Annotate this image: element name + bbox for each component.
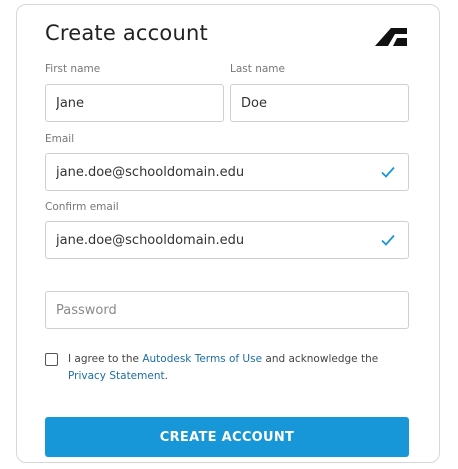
first-name-field[interactable]: [45, 84, 224, 122]
confirm-email-valid-checkmark-icon: [381, 234, 395, 246]
confirm-email-input[interactable]: [56, 232, 398, 248]
create-account-button[interactable]: CREATE ACCOUNT: [45, 417, 409, 457]
password-field[interactable]: [45, 291, 409, 329]
email-label: Email: [45, 133, 75, 145]
password-input[interactable]: [56, 302, 398, 318]
email-input[interactable]: [56, 164, 398, 180]
last-name-input[interactable]: [241, 95, 398, 111]
terms-checkbox[interactable]: [45, 353, 58, 366]
page-title: Create account: [45, 21, 208, 45]
terms-text-part-3: .: [164, 370, 168, 382]
last-name-field[interactable]: [230, 84, 409, 122]
terms-text-part-2: and acknowledge the: [262, 353, 379, 365]
first-name-label: First name: [45, 63, 101, 75]
last-name-label: Last name: [230, 63, 285, 75]
terms-text: I agree to the Autodesk Terms of Use and…: [68, 351, 405, 385]
email-valid-checkmark-icon: [381, 166, 395, 178]
create-account-card: Create account First name Last name Emai…: [16, 4, 440, 463]
email-field[interactable]: [45, 153, 409, 191]
terms-text-part-1: I agree to the: [68, 353, 143, 365]
autodesk-logo: [375, 28, 407, 46]
confirm-email-field[interactable]: [45, 221, 409, 259]
first-name-input[interactable]: [56, 95, 213, 111]
privacy-statement-link[interactable]: Privacy Statement: [68, 370, 165, 382]
terms-of-use-link[interactable]: Autodesk Terms of Use: [142, 353, 262, 365]
confirm-email-label: Confirm email: [45, 201, 119, 213]
terms-agreement: I agree to the Autodesk Terms of Use and…: [45, 351, 405, 385]
